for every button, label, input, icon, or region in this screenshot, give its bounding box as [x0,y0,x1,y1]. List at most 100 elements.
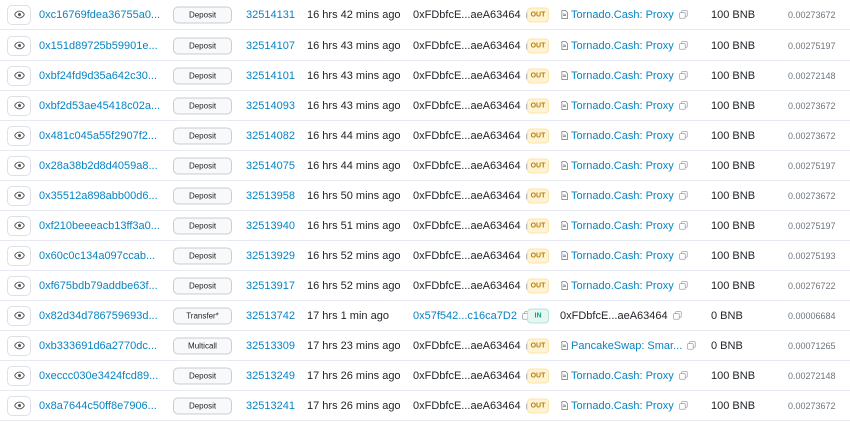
copy-icon[interactable] [678,371,688,380]
view-details-button[interactable] [7,35,31,56]
eye-icon [13,400,25,411]
to-address[interactable]: Tornado.Cash: Proxy [560,370,688,382]
tx-hash-link[interactable]: 0xbf24fd9d35a642c30... [39,70,157,82]
from-address: 0xFDbfcE...aeA63464 [413,40,535,52]
copy-icon[interactable] [678,10,688,19]
copy-icon[interactable] [678,401,688,410]
block-link[interactable]: 32513309 [246,340,295,352]
view-details-button[interactable] [7,185,31,206]
tx-hash-link[interactable]: 0xc16769fdea36755a0... [39,9,160,21]
tx-value: 100 BNB [711,159,756,172]
tx-hash-link[interactable]: 0xb333691d6a2770dc... [39,340,157,352]
tx-age: 16 hrs 44 mins ago [307,159,401,172]
eye-icon [13,100,25,111]
to-address[interactable]: Tornado.Cash: Proxy [560,9,688,21]
block-link[interactable]: 32513241 [246,400,295,412]
block-link[interactable]: 32514131 [246,9,295,21]
block-link[interactable]: 32513958 [246,190,295,202]
view-details-button[interactable] [7,155,31,176]
tx-value: 100 BNB [711,8,756,21]
tx-hash-link[interactable]: 0xf675bdb79addbe63f... [39,280,158,292]
to-address[interactable]: Tornado.Cash: Proxy [560,280,688,292]
tx-hash-link[interactable]: 0x82d34d786759693d... [39,310,158,322]
table-row: 0xf675bdb79addbe63f... Deposit 32513917 16 … [0,271,850,301]
block-link[interactable]: 32513940 [246,220,295,232]
to-address[interactable]: Tornado.Cash: Proxy [560,40,688,52]
tx-hash-link[interactable]: 0x35512a898abb00d6... [39,190,158,202]
eye-icon [13,9,25,20]
tx-age: 17 hrs 26 mins ago [307,399,401,412]
tx-hash-link[interactable]: 0x481c045a55f2907f2... [39,130,157,142]
to-address[interactable]: Tornado.Cash: Proxy [560,400,688,412]
copy-icon[interactable] [678,41,688,50]
tx-fee: 0.00006684 [788,310,836,321]
copy-icon[interactable] [678,191,688,200]
copy-icon[interactable] [678,71,688,80]
view-details-button[interactable] [7,95,31,116]
block-link[interactable]: 32513917 [246,280,295,292]
copy-icon[interactable] [687,341,696,350]
tx-value: 100 BNB [711,369,756,382]
tx-age: 16 hrs 43 mins ago [307,39,401,52]
copy-icon[interactable] [678,221,688,230]
tx-hash-link[interactable]: 0x151d89725b59901e... [39,40,158,52]
tx-value: 100 BNB [711,99,756,112]
copy-icon[interactable] [678,251,688,260]
copy-icon[interactable] [678,101,688,110]
copy-icon[interactable] [678,131,688,140]
block-link[interactable]: 32514075 [246,160,295,172]
tx-age: 16 hrs 43 mins ago [307,99,401,112]
block-link[interactable]: 32514093 [246,100,295,112]
view-details-button[interactable] [7,305,31,326]
to-address[interactable]: Tornado.Cash: Proxy [560,130,688,142]
block-link[interactable]: 32514101 [246,70,295,82]
to-address[interactable]: Tornado.Cash: Proxy [560,70,688,82]
copy-icon[interactable] [678,161,688,170]
to-address[interactable]: Tornado.Cash: Proxy [560,190,688,202]
to-address[interactable]: PancakeSwap: Smar... [560,340,696,352]
to-address[interactable]: Tornado.Cash: Proxy [560,250,688,262]
eye-icon [13,250,25,261]
from-address: 0xFDbfcE...aeA63464 [413,280,535,292]
from-address: 0xFDbfcE...aeA63464 [413,370,535,382]
to-address[interactable]: Tornado.Cash: Proxy [560,160,688,172]
to-address[interactable]: Tornado.Cash: Proxy [560,100,688,112]
tx-hash-link[interactable]: 0x8a7644c50ff8e7906... [39,400,157,412]
view-details-button[interactable] [7,245,31,266]
to-address[interactable]: Tornado.Cash: Proxy [560,220,688,232]
block-link[interactable]: 32513249 [246,370,295,382]
tx-hash-link[interactable]: 0xbf2d53ae45418c02a... [39,100,160,112]
view-details-button[interactable] [7,4,31,25]
view-details-button[interactable] [7,365,31,386]
block-link[interactable]: 32514107 [246,40,295,52]
tx-hash-link[interactable]: 0x28a38b2d8d4059a8... [39,160,158,172]
view-details-button[interactable] [7,65,31,86]
from-address-text: 0xFDbfcE...aeA63464 [413,249,521,262]
from-address[interactable]: 0x57f542...c16ca7D2 [413,310,531,322]
tx-hash-link[interactable]: 0x60c0c134a097ccab... [39,250,155,262]
block-link[interactable]: 32514082 [246,130,295,142]
block-link[interactable]: 32513742 [246,310,295,322]
tx-hash-link[interactable]: 0xeccc030e3424fcd89... [39,370,158,382]
tx-age: 16 hrs 44 mins ago [307,129,401,142]
from-address-text: 0x57f542...c16ca7D2 [413,309,517,322]
view-details-button[interactable] [7,125,31,146]
tx-fee: 0.00272148 [788,370,836,381]
tx-hash-link[interactable]: 0xf210beeeacb13ff3a0... [39,220,160,232]
view-details-button[interactable] [7,215,31,236]
copy-icon[interactable] [672,311,682,320]
view-details-button[interactable] [7,395,31,416]
tx-age: 16 hrs 50 mins ago [307,189,401,202]
transactions-table: 0xc16769fdea36755a0... Deposit 32514131 16 … [0,0,850,424]
view-details-button[interactable] [7,335,31,356]
eye-icon [13,370,25,381]
view-details-button[interactable] [7,275,31,296]
file-text-icon [560,101,569,110]
method-badge: Deposit [173,217,232,234]
block-link[interactable]: 32513929 [246,250,295,262]
to-address-text: Tornado.Cash: Proxy [571,249,674,262]
from-address: 0xFDbfcE...aeA63464 [413,220,535,232]
tx-age: 16 hrs 52 mins ago [307,249,401,262]
direction-badge: IN [527,308,549,323]
copy-icon[interactable] [678,281,688,290]
